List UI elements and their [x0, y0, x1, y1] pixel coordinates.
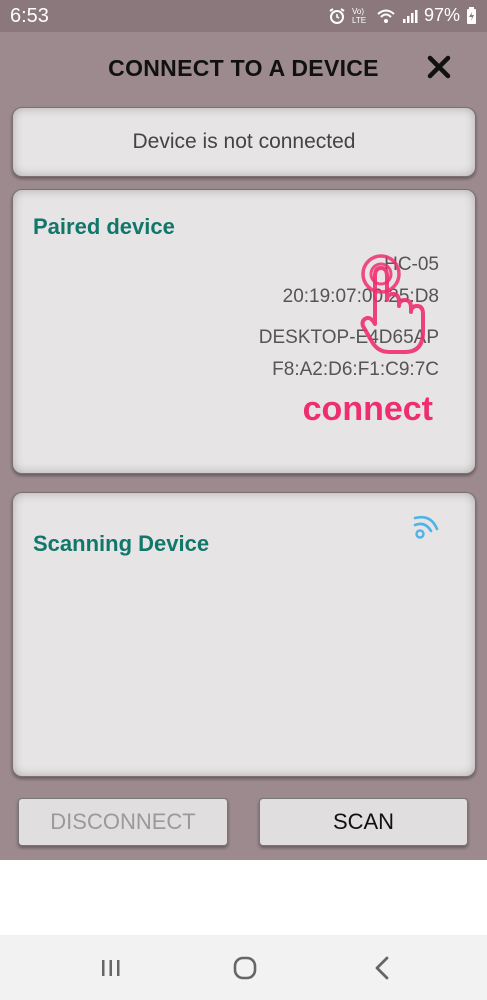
status-icons: Vo) LTE 97%: [328, 5, 477, 26]
home-icon[interactable]: [233, 956, 257, 980]
disconnect-button[interactable]: DISCONNECT: [18, 798, 228, 846]
scan-button[interactable]: SCAN: [259, 798, 468, 846]
alarm-icon: [329, 7, 345, 24]
paired-device-title: Paired device: [33, 214, 175, 239]
page-title: CONNECT TO A DEVICE: [108, 55, 379, 81]
battery-percent: 97%: [423, 5, 460, 25]
connection-status-text: Device is not connected: [132, 130, 356, 153]
paired-device-panel: Paired device HC-05 20:19:07:00:25:D8 DE…: [12, 189, 476, 474]
scanning-device-title: Scanning Device: [33, 531, 210, 556]
recent-apps-icon[interactable]: [99, 959, 123, 977]
status-bar: 6:53 Vo) LTE 97%: [0, 0, 487, 32]
navigation-bar: [0, 935, 487, 1000]
tap-hand-icon: [360, 254, 425, 354]
wifi-scan-icon: [413, 515, 439, 539]
connection-status-panel: Device is not connected: [12, 107, 476, 177]
scanning-device-panel: Scanning Device: [12, 492, 476, 777]
close-icon[interactable]: [426, 54, 452, 80]
signal-icon: [402, 9, 418, 23]
connect-hint-label: connect: [302, 390, 433, 428]
back-icon[interactable]: [373, 956, 391, 980]
battery-icon: [467, 6, 476, 24]
status-time: 6:53: [10, 5, 49, 27]
wifi-status-icon: [377, 9, 395, 23]
paired-device-address[interactable]: F8:A2:D6:F1:C9:7C: [272, 359, 439, 381]
network-label: Vo) LTE: [351, 6, 367, 25]
